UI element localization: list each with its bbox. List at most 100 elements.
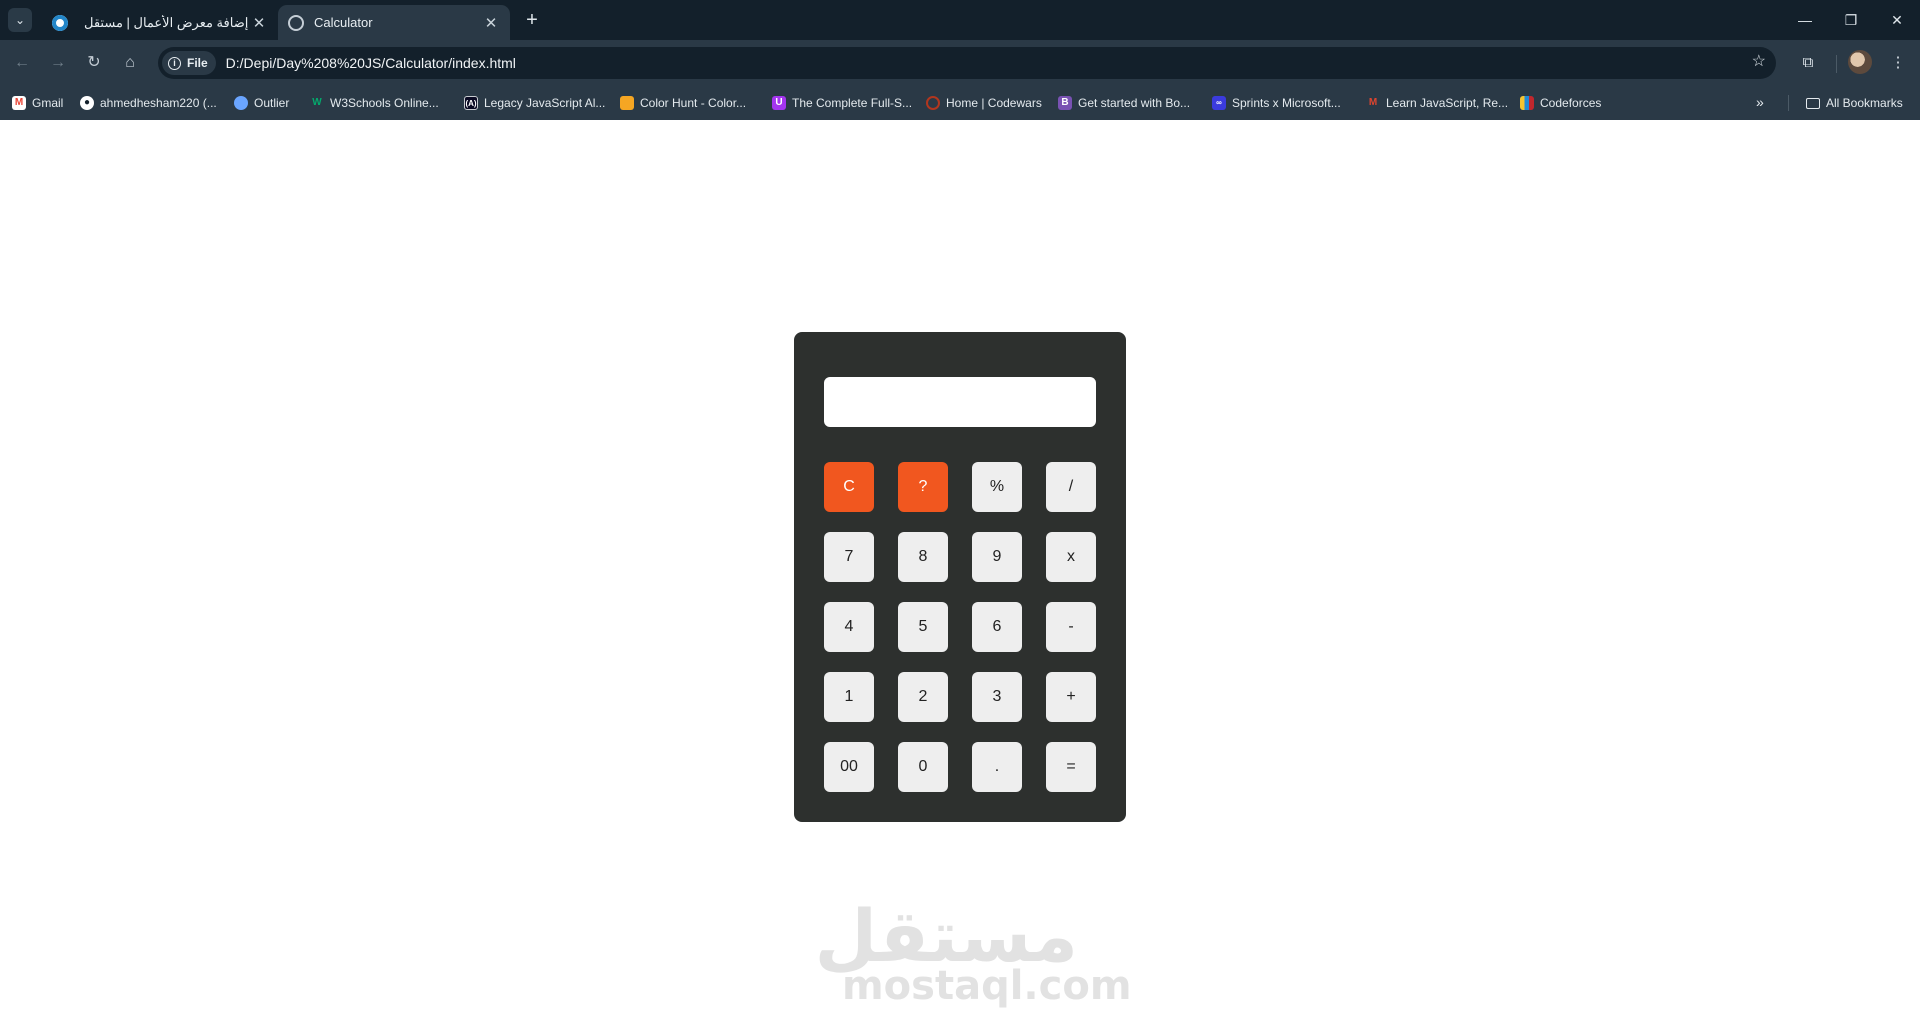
tab-title: إضافة معرض الأعمال | مستقل	[84, 14, 249, 30]
mostaql-favicon-icon	[52, 14, 68, 31]
arrow-left-icon: ←	[14, 54, 30, 71]
bookmark-label: Gmail	[32, 96, 64, 110]
back-button[interactable]: ←	[10, 51, 34, 75]
bookmark-gmail[interactable]: M Gmail	[12, 94, 63, 112]
outlier-icon	[234, 96, 248, 110]
tab-search-button[interactable]: ⌄	[8, 8, 32, 32]
bookmarks-divider	[1788, 95, 1789, 111]
digit-3-button[interactable]: 3	[972, 672, 1022, 722]
bookmark-w3schools[interactable]: W W3Schools Online...	[310, 94, 439, 112]
gmail-icon: M	[12, 96, 26, 110]
chevron-down-icon: ⌄	[14, 13, 26, 27]
restore-button[interactable]: ❐	[1828, 0, 1874, 40]
forward-button[interactable]: →	[46, 51, 70, 75]
sprints-icon: ∞	[1212, 96, 1226, 110]
digit-9-button[interactable]: 9	[972, 532, 1022, 582]
menu-kebab-icon[interactable]: ⋮	[1886, 51, 1910, 75]
double-zero-button[interactable]: 00	[824, 742, 874, 792]
percent-button[interactable]: %	[972, 462, 1022, 512]
bookmark-scrimba[interactable]: M Learn JavaScript, Re...	[1366, 94, 1508, 112]
bookmark-label: Learn JavaScript, Re...	[1386, 96, 1509, 110]
folder-icon	[1806, 97, 1820, 109]
more-bookmarks-icon[interactable]: »	[1756, 94, 1764, 110]
bookmark-colorhunt[interactable]: Color Hunt - Color...	[620, 94, 746, 112]
bookmark-udemy[interactable]: U The Complete Full-S...	[772, 94, 912, 112]
minimize-button[interactable]: —	[1782, 0, 1828, 40]
colorhunt-icon	[620, 96, 634, 110]
w3schools-icon: W	[312, 97, 322, 108]
subtract-button[interactable]: -	[1046, 602, 1096, 652]
bookmark-label: Codeforces	[1540, 96, 1602, 110]
all-bookmarks-button[interactable]: All Bookmarks	[1806, 94, 1903, 112]
tab-strip: ⌄ إضافة معرض الأعمال | مستقل ✕ Calculato…	[0, 0, 1920, 40]
freecodecamp-icon: (A)	[464, 96, 478, 110]
bookmark-label: ahmedhesham220 (...	[100, 96, 217, 110]
scrimba-icon: M	[1368, 97, 1378, 108]
page-viewport: C?%/7 8 9 x 4 5 6-1 2 3 +00 0. = مستقل mostaql.com	[0, 120, 1920, 1032]
codewars-icon	[926, 96, 940, 110]
arrow-right-icon: →	[50, 54, 66, 71]
tab-title: Calculator	[314, 15, 373, 30]
udemy-icon: U	[772, 96, 786, 110]
new-tab-button[interactable]: +	[520, 8, 544, 32]
bookmarks-bar: M Gmail ● ahmedhesham220 (... Outlier W …	[0, 86, 1920, 120]
bookmark-bootstrap[interactable]: B Get started with Bo...	[1058, 94, 1190, 112]
divide-button[interactable]: /	[1046, 462, 1096, 512]
address-bar[interactable]: i File D:/Depi/Day%208%20JS/Calculator/i…	[158, 47, 1776, 79]
calculator-display[interactable]	[824, 377, 1096, 427]
digit-5-button[interactable]: 5	[898, 602, 948, 652]
digit-8-button[interactable]: 8	[898, 532, 948, 582]
all-bookmarks-label: All Bookmarks	[1826, 96, 1903, 110]
digit-4-button[interactable]: 4	[824, 602, 874, 652]
bookmark-github[interactable]: ● ahmedhesham220 (...	[80, 94, 217, 112]
watermark-arabic: مستقل	[814, 894, 1078, 978]
scheme-label: File	[187, 56, 208, 70]
home-button[interactable]: ⌂	[118, 51, 142, 75]
digit-7-button[interactable]: 7	[824, 532, 874, 582]
digit-0-button[interactable]: 0	[898, 742, 948, 792]
info-icon: i	[168, 56, 181, 70]
browser-toolbar: ← → ↻ ⌂ i File D:/Depi/Day%208%20JS/Calc…	[0, 40, 1920, 86]
bookmark-label: W3Schools Online...	[330, 96, 439, 110]
bookmark-star-icon[interactable]: ☆	[1752, 51, 1766, 71]
bootstrap-icon: B	[1058, 96, 1072, 110]
profile-avatar[interactable]	[1848, 50, 1872, 74]
home-icon: ⌂	[125, 54, 135, 71]
bookmark-freecodecamp[interactable]: (A) Legacy JavaScript Al...	[464, 94, 605, 112]
globe-icon	[288, 14, 304, 31]
watermark-latin: mostaql.com	[842, 963, 1132, 1009]
multiply-button[interactable]: x	[1046, 532, 1096, 582]
clear-button[interactable]: C	[824, 462, 874, 512]
digit-6-button[interactable]: 6	[972, 602, 1022, 652]
tab-mostaql[interactable]: إضافة معرض الأعمال | مستقل ✕	[42, 5, 278, 40]
digit-2-button[interactable]: 2	[898, 672, 948, 722]
bookmark-label: Color Hunt - Color...	[640, 96, 747, 110]
bookmark-label: The Complete Full-S...	[792, 96, 913, 110]
bookmark-label: Home | Codewars	[946, 96, 1042, 110]
backspace-button[interactable]: ?	[898, 462, 948, 512]
bookmark-codeforces[interactable]: Codeforces	[1520, 94, 1601, 112]
bookmark-codewars[interactable]: Home | Codewars	[926, 94, 1042, 112]
bookmark-label: Sprints x Microsoft...	[1232, 96, 1341, 110]
calculator-keypad: C?%/7 8 9 x 4 5 6-1 2 3 +00 0. =	[824, 462, 1096, 792]
bookmark-label: Outlier	[254, 96, 290, 110]
bookmark-outlier[interactable]: Outlier	[234, 94, 289, 112]
github-icon: ●	[80, 96, 94, 110]
equals-button[interactable]: =	[1046, 742, 1096, 792]
extensions-icon[interactable]: ⧉	[1796, 51, 1820, 75]
close-tab-icon[interactable]: ✕	[250, 14, 268, 32]
decimal-button[interactable]: .	[972, 742, 1022, 792]
url-text[interactable]: D:/Depi/Day%208%20JS/Calculator/index.ht…	[226, 55, 516, 71]
bookmark-label: Legacy JavaScript Al...	[484, 96, 606, 110]
close-tab-icon[interactable]: ✕	[482, 14, 500, 32]
bookmark-label: Get started with Bo...	[1078, 96, 1191, 110]
site-info-chip[interactable]: i File	[162, 51, 216, 75]
close-window-button[interactable]: ✕	[1874, 0, 1920, 40]
codeforces-icon	[1520, 96, 1534, 110]
mostaql-watermark: مستقل mostaql.com	[814, 894, 1132, 1009]
bookmark-sprints[interactable]: ∞ Sprints x Microsoft...	[1212, 94, 1341, 112]
add-button[interactable]: +	[1046, 672, 1096, 722]
tab-calculator[interactable]: Calculator ✕	[278, 5, 510, 40]
reload-button[interactable]: ↻	[82, 51, 106, 75]
digit-1-button[interactable]: 1	[824, 672, 874, 722]
